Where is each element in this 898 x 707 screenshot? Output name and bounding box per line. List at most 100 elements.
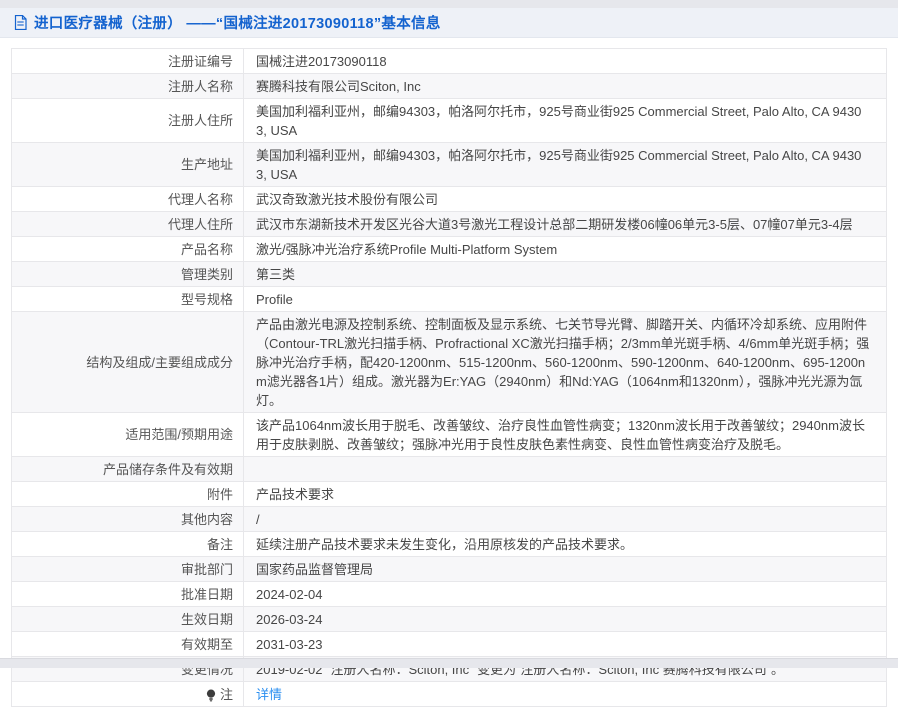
row-value: 美国加利福利亚州，邮编94303，帕洛阿尔托市，925号商业街925 Comme… (244, 143, 886, 186)
row-label: 备注 (12, 532, 244, 556)
table-row: 有效期至 2031-03-23 (12, 632, 886, 657)
row-label-text: 附件 (207, 485, 233, 504)
row-value-text: 该产品1064nm波长用于脱毛、改善皱纹、治疗良性血管性病变；1320nm波长用… (256, 416, 872, 454)
row-value: 产品由激光电源及控制系统、控制面板及显示系统、七关节导光臂、脚踏开关、内循环冷却… (244, 312, 886, 412)
row-value-text: 产品由激光电源及控制系统、控制面板及显示系统、七关节导光臂、脚踏开关、内循环冷却… (256, 315, 872, 410)
row-value: 该产品1064nm波长用于脱毛、改善皱纹、治疗良性血管性病变；1320nm波长用… (244, 413, 886, 456)
table-row: 生效日期 2026-03-24 (12, 607, 886, 632)
registration-info-table: 注册证编号 国械注进20173090118 注册人名称 赛腾科技有限公司Scit… (11, 48, 887, 707)
row-value: 国家药品监督管理局 (244, 557, 886, 581)
table-row: 附件 产品技术要求 (12, 482, 886, 507)
row-label: 有效期至 (12, 632, 244, 656)
row-label-text: 适用范围/预期用途 (125, 425, 233, 444)
row-value-text: / (256, 510, 260, 529)
row-label: 注册人住所 (12, 99, 244, 142)
row-value-text: 2024-02-04 (256, 585, 323, 604)
row-label: 注 (12, 682, 244, 706)
row-label: 型号规格 (12, 287, 244, 311)
table-row: 其他内容 / (12, 507, 886, 532)
row-value-text: 武汉奇致激光技术股份有限公司 (256, 190, 438, 209)
row-label: 产品名称 (12, 237, 244, 261)
row-value-text: 武汉市东湖新技术开发区光谷大道3号激光工程设计总部二期研发楼06幢06单元3-5… (256, 215, 853, 234)
table-row: 代理人名称 武汉奇致激光技术股份有限公司 (12, 187, 886, 212)
row-value-text: 赛腾科技有限公司Sciton, Inc (256, 77, 421, 96)
row-label-text: 其他内容 (181, 510, 233, 529)
table-row: 适用范围/预期用途 该产品1064nm波长用于脱毛、改善皱纹、治疗良性血管性病变… (12, 413, 886, 457)
table-row: 生产地址 美国加利福利亚州，邮编94303，帕洛阿尔托市，925号商业街925 … (12, 143, 886, 187)
row-value-text: Profile (256, 290, 293, 309)
row-label: 审批部门 (12, 557, 244, 581)
table-row: 注册人名称 赛腾科技有限公司Sciton, Inc (12, 74, 886, 99)
table-row: 代理人住所 武汉市东湖新技术开发区光谷大道3号激光工程设计总部二期研发楼06幢0… (12, 212, 886, 237)
row-label: 生产地址 (12, 143, 244, 186)
row-value-text: 国家药品监督管理局 (256, 560, 373, 579)
table-row: 型号规格 Profile (12, 287, 886, 312)
row-value: Profile (244, 287, 886, 311)
table-row: 产品储存条件及有效期 (12, 457, 886, 482)
row-label: 注册人名称 (12, 74, 244, 98)
row-label-text: 有效期至 (181, 635, 233, 654)
row-value-text: 激光/强脉冲光治疗系统Profile Multi-Platform System (256, 240, 557, 259)
row-value-text: 2031-03-23 (256, 635, 323, 654)
row-label: 其他内容 (12, 507, 244, 531)
row-value: 2026-03-24 (244, 607, 886, 631)
table-row: 管理类别 第三类 (12, 262, 886, 287)
row-label: 适用范围/预期用途 (12, 413, 244, 456)
row-label-text: 注册证编号 (168, 52, 233, 71)
row-value-text: 美国加利福利亚州，邮编94303，帕洛阿尔托市，925号商业街925 Comme… (256, 146, 872, 184)
row-value: 武汉市东湖新技术开发区光谷大道3号激光工程设计总部二期研发楼06幢06单元3-5… (244, 212, 886, 236)
table-row: 注册人住所 美国加利福利亚州，邮编94303，帕洛阿尔托市，925号商业街925… (12, 99, 886, 143)
table-row: 注册证编号 国械注进20173090118 (12, 49, 886, 74)
row-value: 武汉奇致激光技术股份有限公司 (244, 187, 886, 211)
title-bar: 进口医疗器械（注册） ——“国械注进20173090118”基本信息 (0, 8, 898, 38)
detail-link[interactable]: 详情 (256, 685, 282, 704)
row-value: 详情 (244, 682, 886, 706)
lightbulb-icon (206, 689, 216, 702)
row-value-text: 产品技术要求 (256, 485, 334, 504)
row-label-text: 生效日期 (181, 610, 233, 629)
table-row: 产品名称 激光/强脉冲光治疗系统Profile Multi-Platform S… (12, 237, 886, 262)
table-row: 批准日期 2024-02-04 (12, 582, 886, 607)
row-label-text: 注册人名称 (168, 77, 233, 96)
row-label: 代理人名称 (12, 187, 244, 211)
row-label: 批准日期 (12, 582, 244, 606)
row-label: 管理类别 (12, 262, 244, 286)
row-label: 附件 (12, 482, 244, 506)
row-value-text: 2026-03-24 (256, 610, 323, 629)
row-value: 美国加利福利亚州，邮编94303，帕洛阿尔托市，925号商业街925 Comme… (244, 99, 886, 142)
row-value: 赛腾科技有限公司Sciton, Inc (244, 74, 886, 98)
row-value: 2024-02-04 (244, 582, 886, 606)
row-label-text: 管理类别 (181, 265, 233, 284)
page-title: 进口医疗器械（注册） ——“国械注进20173090118”基本信息 (34, 12, 441, 33)
row-label-text: 审批部门 (181, 560, 233, 579)
page-top-margin (0, 0, 898, 8)
row-label-text: 备注 (207, 535, 233, 554)
row-label-text: 批准日期 (181, 585, 233, 604)
row-value: 2031-03-23 (244, 632, 886, 656)
row-label: 结构及组成/主要组成成分 (12, 312, 244, 412)
row-label: 生效日期 (12, 607, 244, 631)
table-row: 注 详情 (12, 682, 886, 707)
row-label: 注册证编号 (12, 49, 244, 73)
row-label-text: 结构及组成/主要组成成分 (86, 353, 233, 372)
document-icon (14, 15, 27, 30)
row-value-text: 国械注进20173090118 (256, 52, 387, 71)
row-label-text: 型号规格 (181, 290, 233, 309)
row-label-text: 注册人住所 (168, 111, 233, 130)
page-bottom-margin (0, 658, 898, 668)
row-label-text: 产品名称 (181, 240, 233, 259)
row-value: 第三类 (244, 262, 886, 286)
row-label: 代理人住所 (12, 212, 244, 236)
row-label-text: 生产地址 (181, 155, 233, 174)
row-value: 国械注进20173090118 (244, 49, 886, 73)
row-value-text: 美国加利福利亚州，邮编94303，帕洛阿尔托市，925号商业街925 Comme… (256, 102, 872, 140)
row-value: / (244, 507, 886, 531)
row-value (244, 457, 886, 481)
row-value-text: 第三类 (256, 265, 295, 284)
row-label: 产品储存条件及有效期 (12, 457, 244, 481)
row-label-text: 代理人住所 (168, 215, 233, 234)
table-row: 审批部门 国家药品监督管理局 (12, 557, 886, 582)
row-value-text: 延续注册产品技术要求未发生变化，沿用原核发的产品技术要求。 (256, 535, 633, 554)
row-label-text: 代理人名称 (168, 190, 233, 209)
content-area: 注册证编号 国械注进20173090118 注册人名称 赛腾科技有限公司Scit… (0, 38, 898, 707)
